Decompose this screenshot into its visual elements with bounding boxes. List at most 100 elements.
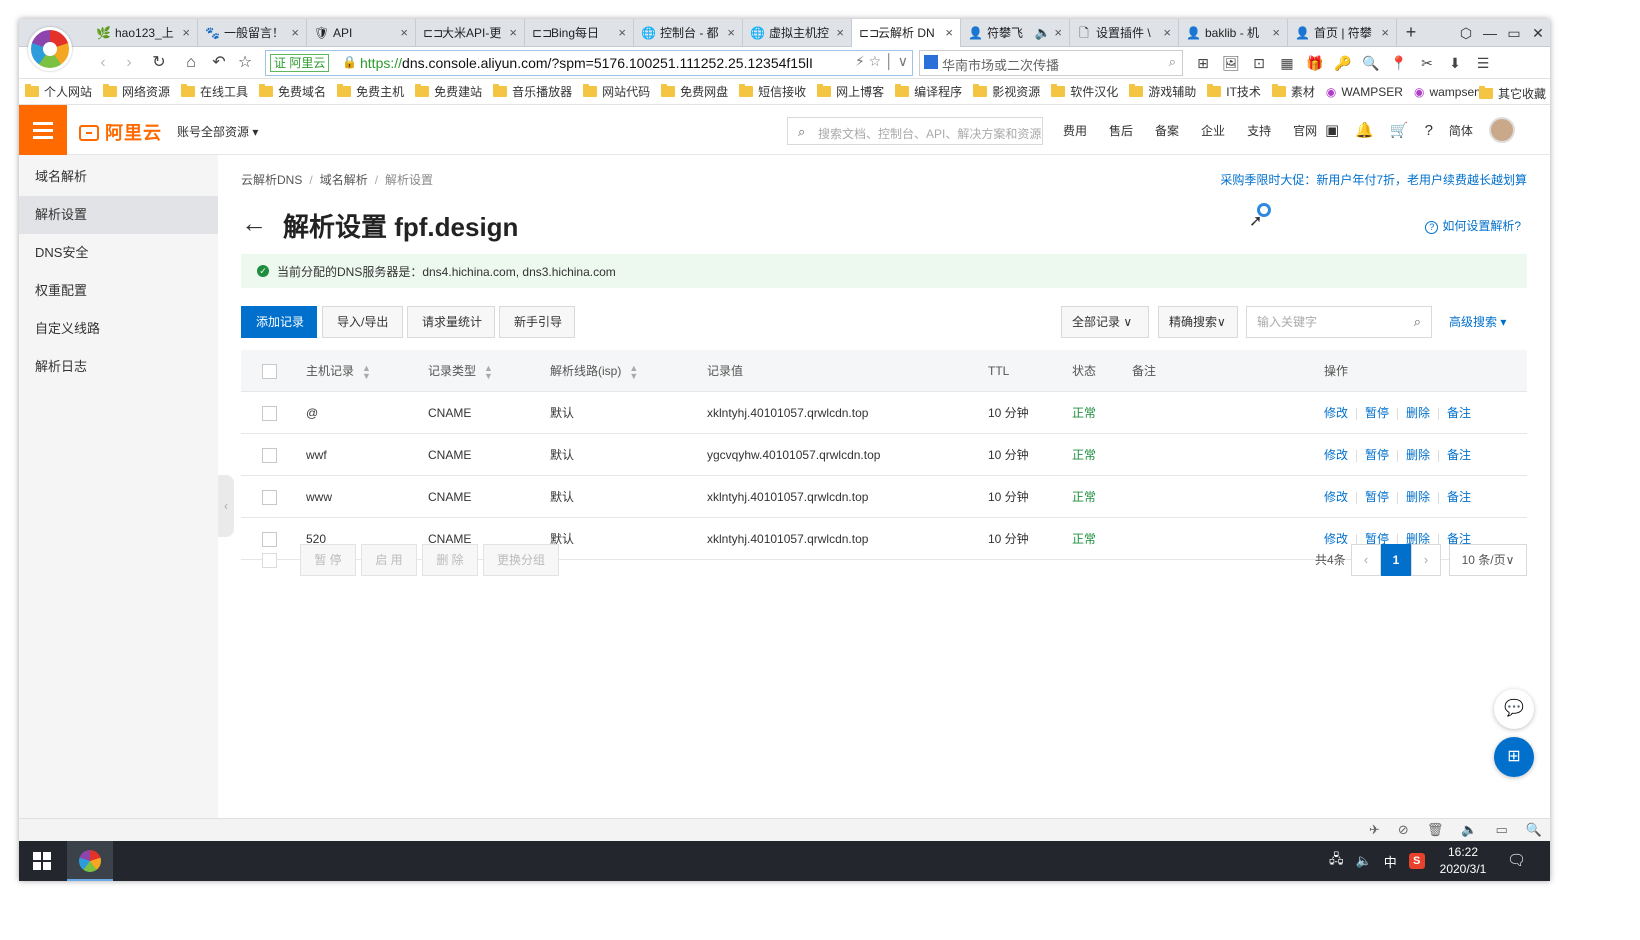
extension-icon[interactable]: ✂ <box>1417 53 1437 73</box>
row-checkbox[interactable] <box>262 490 277 505</box>
bulk-enable-button[interactable]: 启 用 <box>361 544 417 576</box>
maximize-button[interactable]: ▭ <box>1502 19 1526 47</box>
extension-icon[interactable]: 🖼 <box>1221 53 1241 73</box>
close-tab-icon[interactable]: × <box>1163 19 1171 47</box>
windows-start-icon[interactable] <box>19 841 65 881</box>
sort-icon[interactable]: ▲ ▼ <box>362 363 371 380</box>
remark-link[interactable]: 备注 <box>1447 406 1471 420</box>
extension-icon[interactable]: ⬇ <box>1445 53 1465 73</box>
col-host[interactable]: 主机记录 ▲ ▼ <box>306 350 371 392</box>
global-search-input[interactable]: ⌕ 搜索文档、控制台、API、解决方案和资源 <box>787 117 1043 145</box>
bookmark-item[interactable]: 个人网站 <box>25 83 92 100</box>
bulk-pause-button[interactable]: 暂 停 <box>300 544 356 576</box>
reload-button[interactable]: ↻ <box>147 51 171 75</box>
breadcrumb-domain[interactable]: 域名解析 <box>320 173 368 187</box>
promo-link[interactable]: 采购季限时大促：新用户年付7折，老用户续费越长越划算 <box>1220 171 1527 188</box>
statusbar-icon[interactable]: 🗑 <box>1427 822 1444 838</box>
minimize-button[interactable]: — <box>1478 19 1502 47</box>
bookmark-item[interactable]: 素材 <box>1271 83 1315 100</box>
page-1-button[interactable]: 1 <box>1381 544 1411 576</box>
other-bookmarks[interactable]: 其它收藏 <box>1478 85 1546 102</box>
extension-icon[interactable]: 📍 <box>1389 53 1409 73</box>
search-mode-select[interactable]: 精确搜索∨ <box>1158 306 1238 338</box>
browser-tab[interactable]: ⊏⊐ 大米API-更 × <box>416 19 525 47</box>
sidebar-item[interactable]: 域名解析 <box>19 158 218 196</box>
delete-link[interactable]: 删除 <box>1406 406 1430 420</box>
delete-link[interactable]: 删除 <box>1406 448 1430 462</box>
select-all-checkbox[interactable] <box>262 364 277 379</box>
bookmark-item[interactable]: 网上博客 <box>817 83 884 100</box>
bookmark-item[interactable]: 在线工具 <box>181 83 248 100</box>
cart-icon[interactable]: 🛒 <box>1390 121 1409 139</box>
delete-link[interactable]: 删除 <box>1406 490 1430 504</box>
extension-icon[interactable]: ⊞ <box>1193 53 1213 73</box>
keyword-input[interactable] <box>1247 307 1397 337</box>
row-checkbox[interactable] <box>262 406 277 421</box>
browser-tab[interactable]: 👤 首页 | 符攀 × <box>1288 19 1397 47</box>
clock[interactable]: 16:22 2020/3/1 <box>1433 844 1493 878</box>
statusbar-icon[interactable]: ▭ <box>1496 822 1508 838</box>
edit-link[interactable]: 修改 <box>1324 448 1348 462</box>
favorite-button[interactable]: ☆ <box>233 51 257 75</box>
extension-icon[interactable]: ☰ <box>1473 53 1493 73</box>
home-button[interactable]: ⌂ <box>179 51 203 75</box>
browser-search-box[interactable]: 华南市场或二次传播 ⌕ <box>919 50 1183 76</box>
menu-icon[interactable] <box>19 105 67 155</box>
extension-icon[interactable]: ▦ <box>1277 53 1297 73</box>
select-all-bottom-checkbox[interactable] <box>262 553 277 568</box>
bookmark-item[interactable]: 免费域名 <box>259 83 326 100</box>
record-filter-select[interactable]: 全部记录 ∨ <box>1061 306 1149 338</box>
close-tab-icon[interactable]: × <box>1381 19 1389 47</box>
page-size-select[interactable]: 10 条/页∨ <box>1449 544 1527 576</box>
chat-icon[interactable]: 💬 <box>1494 689 1534 729</box>
bookmark-item[interactable]: IT技术 <box>1207 83 1261 100</box>
edit-link[interactable]: 修改 <box>1324 406 1348 420</box>
back-button[interactable]: ‹ <box>91 51 115 75</box>
pause-link[interactable]: 暂停 <box>1365 406 1389 420</box>
topnav-link[interactable]: 备案 <box>1155 122 1179 139</box>
bookmark-item[interactable]: 免费网盘 <box>661 83 728 100</box>
new-tab-button[interactable]: + <box>1399 19 1423 45</box>
taskbar-browser-icon[interactable] <box>67 841 113 881</box>
statusbar-icon[interactable]: ⊘ <box>1398 822 1409 838</box>
close-tab-icon[interactable]: × <box>836 19 844 47</box>
speaker-icon[interactable]: 🔈 <box>1035 19 1051 47</box>
back-arrow-icon[interactable]: ← <box>241 209 267 237</box>
import-export-button[interactable]: 导入/导出 <box>322 306 403 338</box>
volume-icon[interactable]: 🔈 <box>1356 853 1372 869</box>
search-icon[interactable]: ⌕ <box>1414 314 1421 330</box>
pause-link[interactable]: 暂停 <box>1365 448 1389 462</box>
close-tab-icon[interactable]: × <box>1272 19 1280 47</box>
skin-icon[interactable]: ⬡ <box>1454 19 1478 47</box>
extension-icon[interactable]: 🎁 <box>1305 53 1325 73</box>
notification-icon[interactable]: 🗨 <box>1507 851 1526 869</box>
col-type[interactable]: 记录类型 ▲ ▼ <box>428 350 493 392</box>
browser-tab[interactable]: 👤 符攀飞 🔈 × <box>961 19 1070 47</box>
request-stats-button[interactable]: 请求量统计 <box>407 306 495 338</box>
sogou-ime-icon[interactable]: S <box>1408 853 1425 869</box>
topnav-link[interactable]: 售后 <box>1109 122 1133 139</box>
topnav-link[interactable]: 费用 <box>1063 122 1087 139</box>
bookmark-item[interactable]: 网络资源 <box>103 83 170 100</box>
statusbar-icon[interactable]: ✈ <box>1369 822 1380 838</box>
bookmark-item[interactable]: 网站代码 <box>583 83 650 100</box>
bookmark-item[interactable]: 免费主机 <box>337 83 404 100</box>
sidebar-item[interactable]: 自定义线路 <box>19 310 218 348</box>
edit-link[interactable]: 修改 <box>1324 490 1348 504</box>
extension-icon[interactable]: ⊡ <box>1249 53 1269 73</box>
advanced-search-link[interactable]: 高级搜索 ▾ <box>1449 306 1506 338</box>
browser-logo-icon[interactable] <box>28 27 72 71</box>
breadcrumb-dns[interactable]: 云解析DNS <box>241 173 302 187</box>
account-scope-dropdown[interactable]: 账号全部资源 ▾ <box>177 123 258 140</box>
close-window-button[interactable]: ✕ <box>1526 19 1550 47</box>
bookmark-item[interactable]: 游戏辅助 <box>1129 83 1196 100</box>
sidebar-collapse-handle[interactable]: ‹ <box>218 475 234 537</box>
browser-tab[interactable]: 🌐 控制台 - 都 × <box>634 19 743 47</box>
bookmark-item[interactable]: 影视资源 <box>973 83 1040 100</box>
bookmark-item[interactable]: 音乐播放器 <box>493 83 572 100</box>
close-tab-icon[interactable]: × <box>945 19 953 47</box>
topnav-link[interactable]: 官网 <box>1293 122 1317 139</box>
bulk-change-group-button[interactable]: 更换分组 <box>483 544 559 576</box>
browser-tab[interactable]: 🌐 虚拟主机控 × <box>743 19 852 47</box>
browser-tab[interactable]: 🌿 hao123_上 × <box>89 19 198 47</box>
